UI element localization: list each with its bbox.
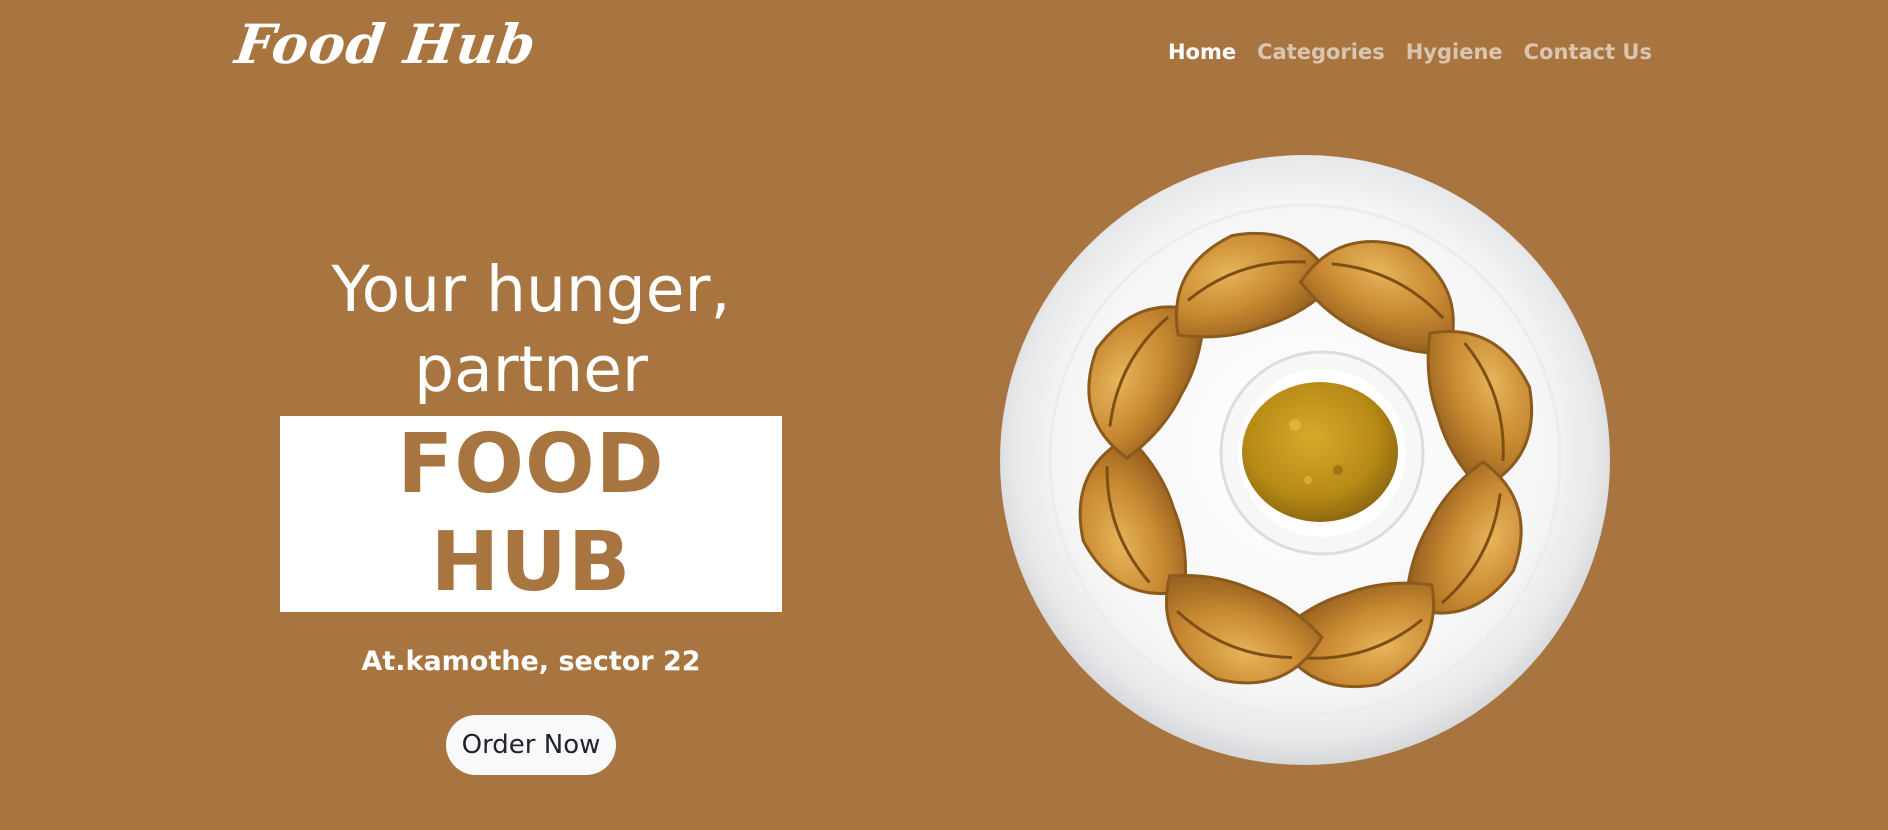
hero-brand-highlight: FOOD HUB	[280, 416, 782, 612]
nav-links: Home Categories Hygiene Contact Us	[1168, 40, 1652, 64]
nav-item-hygiene[interactable]: Hygiene	[1406, 40, 1503, 64]
nav-item-home[interactable]: Home	[1168, 40, 1236, 64]
nav-item-categories[interactable]: Categories	[1257, 40, 1385, 64]
nav-item-contact-us[interactable]: Contact Us	[1524, 40, 1652, 64]
brand-logo[interactable]: Food Hub	[232, 12, 541, 76]
momos-plate-image	[990, 155, 1620, 765]
hero-headline-line-2: partner	[414, 333, 648, 406]
navbar: Food Hub Home Categories Hygiene Contact…	[0, 0, 1888, 110]
hero-text-block: Your hunger, partner FOOD HUB At.kamothe…	[280, 250, 782, 775]
order-now-button[interactable]: Order Now	[445, 715, 617, 775]
hero-headline: Your hunger, partner	[280, 250, 782, 410]
hero-location: At.kamothe, sector 22	[361, 646, 701, 677]
hero-headline-line-1: Your hunger,	[331, 253, 731, 326]
